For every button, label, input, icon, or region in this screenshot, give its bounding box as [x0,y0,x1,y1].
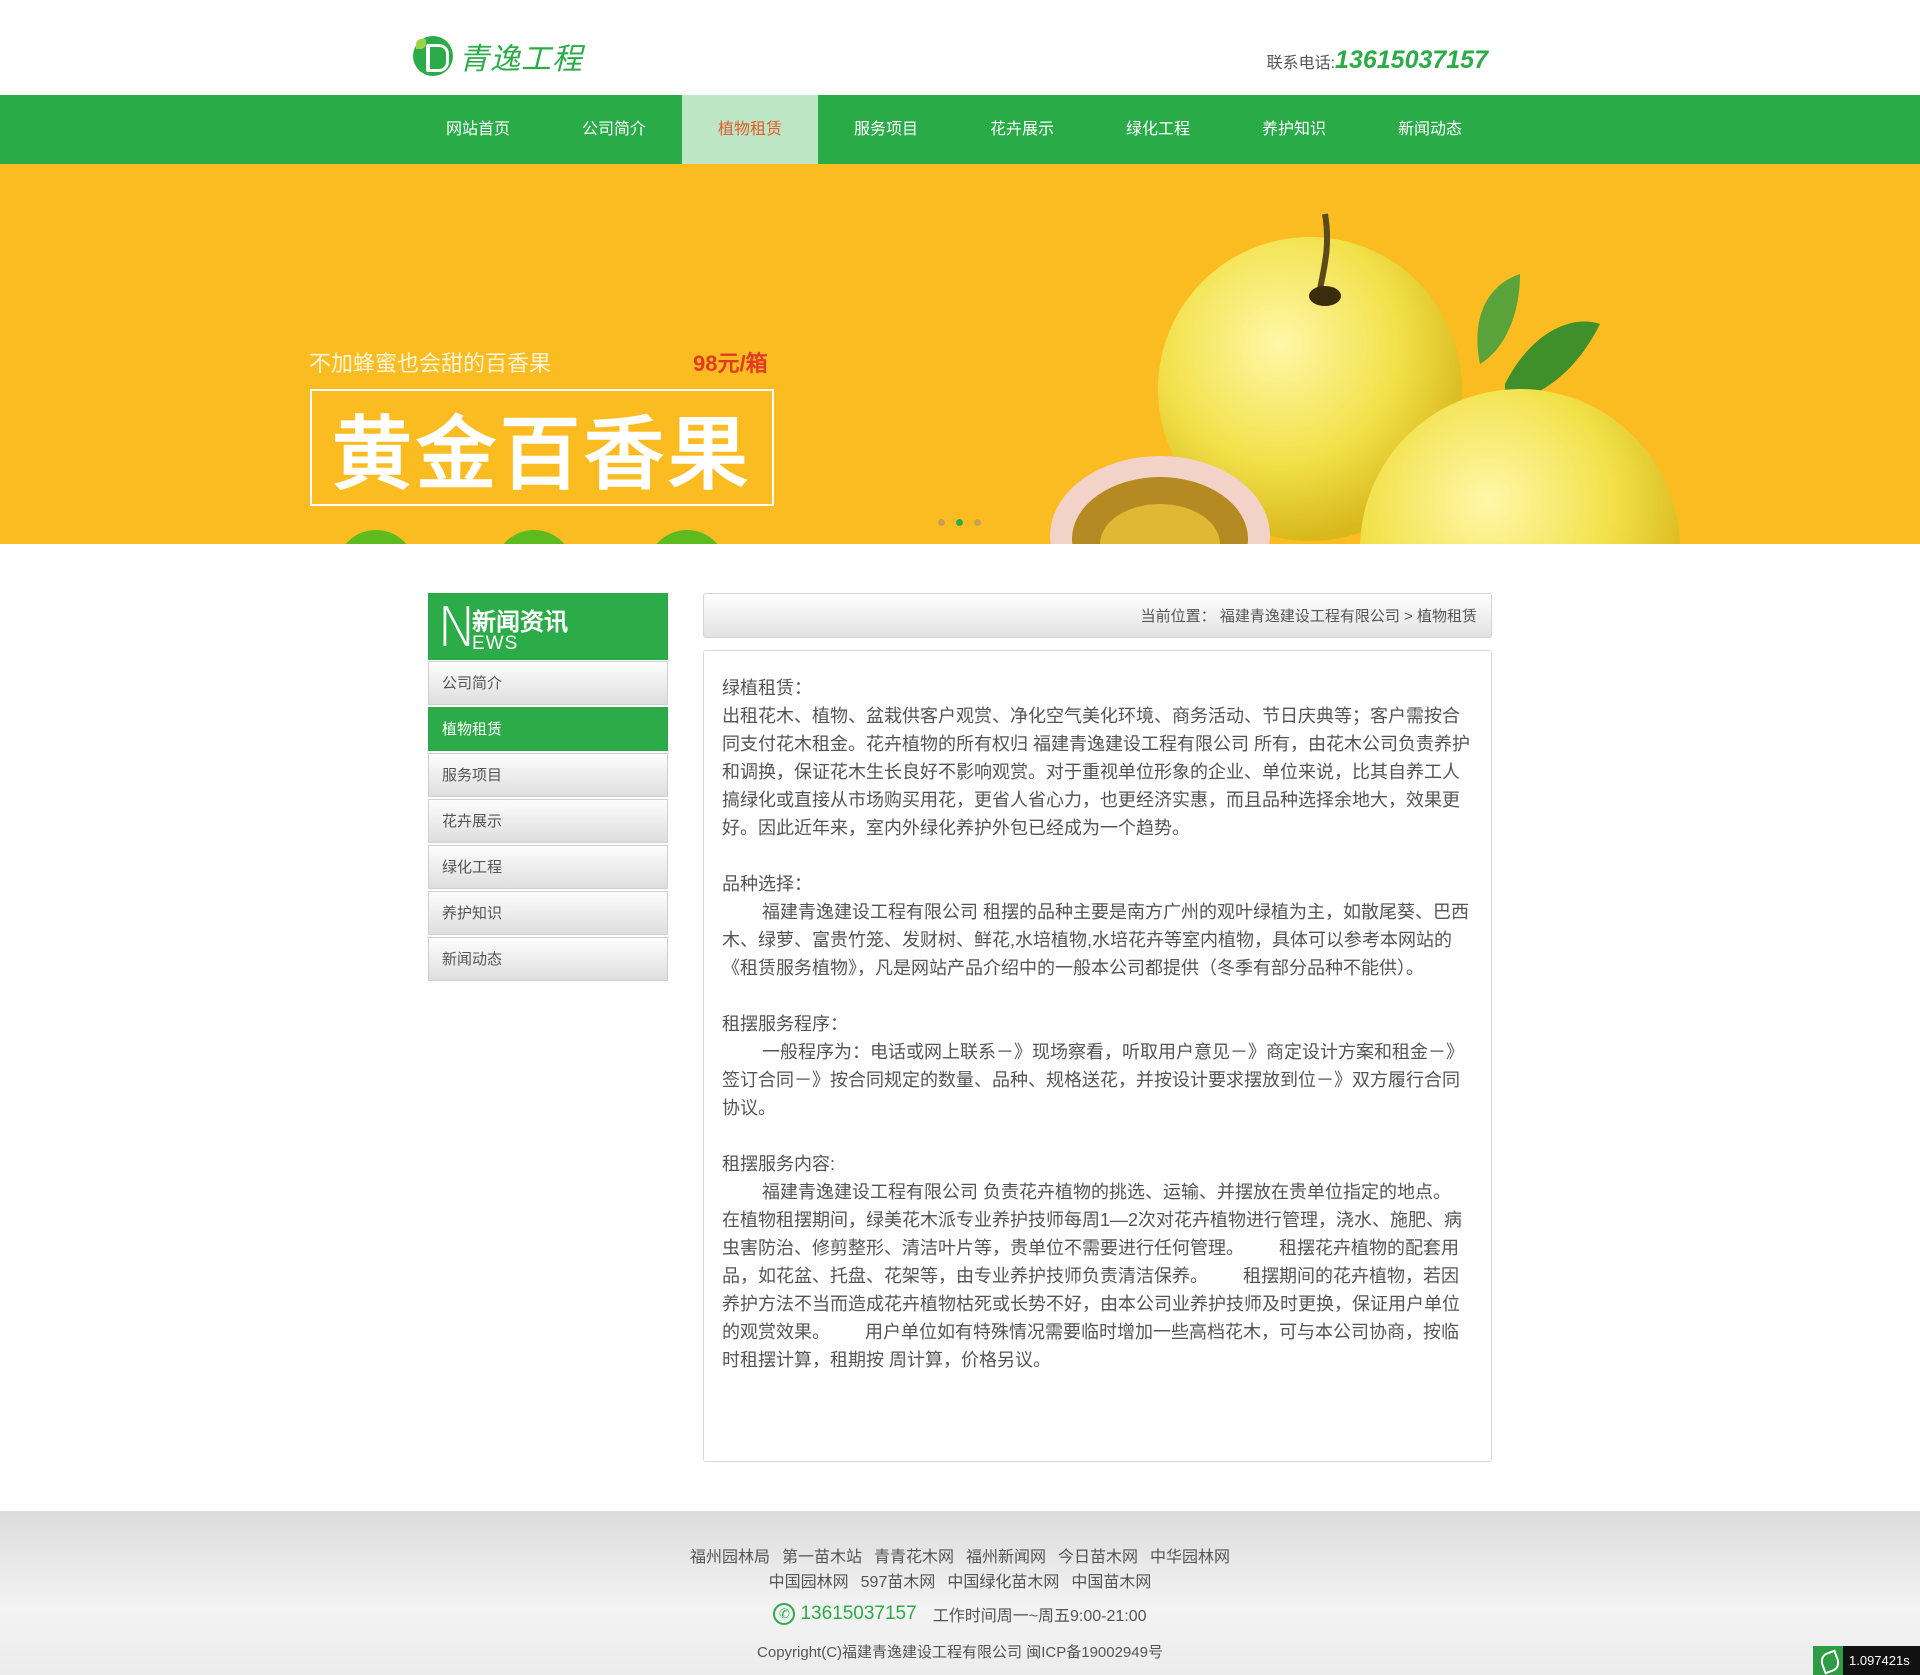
sidebar-menu: 公司简介 植物租赁 服务项目 花卉展示 绿化工程 养护知识 新闻动态 [428,661,668,983]
footer-links-row2: 中国园林网 597苗木网 中国绿化苗木网 中国苗木网 [0,1568,1920,1592]
footer-link[interactable]: 中国绿化苗木网 [947,1568,1059,1592]
article-content: 绿植租赁： 出租花木、植物、盆栽供客户观赏、净化空气美化环境、商务活动、节日庆典… [703,650,1492,1462]
footer-phone: 13615037157 [800,1603,917,1624]
hero-banner[interactable]: 不加蜂蜜也会甜的百香果 98元/箱 黄金百香果 [0,164,1920,544]
section-title: 租摆服务内容: [722,1154,836,1174]
footer-phone-row: ✆ 13615037157 工作时间周一~周五9:00-21:00 [0,1602,1920,1626]
sidebar-item-flowers[interactable]: 花卉展示 [428,799,668,843]
section-body: 福建青逸建设工程有限公司 租摆的品种主要是南方广州的观叶绿植为主，如散尾葵、巴西… [722,902,1469,978]
section-title: 品种选择： [722,874,812,894]
timer-icon [1813,1646,1843,1675]
footer-link[interactable]: 597苗木网 [861,1568,936,1592]
breadcrumb-label: 当前位置： [1140,608,1216,625]
footer-link[interactable]: 今日苗木网 [1058,1543,1138,1567]
slider-dot[interactable] [938,519,945,526]
nav-item-news[interactable]: 新闻动态 [1362,95,1498,164]
slider-dot-active[interactable] [956,519,963,526]
footer-link[interactable]: 第一苗木站 [782,1543,862,1567]
banner-headline: 黄金百香果 [332,409,752,499]
banner-subtitle: 不加蜂蜜也会甜的百香果 [309,351,552,376]
nav-item-care[interactable]: 养护知识 [1226,95,1362,164]
footer-links-row1: 福州园林局 第一苗木站 青青花木网 福州新闻网 今日苗木网 中华园林网 [0,1543,1920,1567]
footer-link[interactable]: 福州新闻网 [966,1543,1046,1567]
phone-icon: ✆ [773,1603,796,1625]
site-header: 青逸工程 联系电话: 13615037157 [0,0,1920,95]
timer-value: 1.097421s [1849,1653,1910,1668]
section-body-wrap: 一般程序为：电话或网上联系－》现场察看，听取用户意见－》商定设计方案和租金－》签… [722,1038,1473,1122]
page-timer: 1.097421s [1813,1646,1920,1675]
sidebar-item-news[interactable]: 新闻动态 [428,937,668,981]
contact-phone: 13615037157 [1335,46,1488,74]
contact-info: 联系电话: 13615037157 [1267,46,1488,75]
section-body: 一般程序为：电话或网上联系－》现场察看，听取用户意见－》商定设计方案和租金－》签… [722,1042,1464,1118]
sidebar-item-care[interactable]: 养护知识 [428,891,668,935]
nav-item-plant-rental[interactable]: 植物租赁 [682,95,818,164]
site-footer: 福州园林局 第一苗木站 青青花木网 福州新闻网 今日苗木网 中华园林网 中国园林… [0,1511,1920,1675]
banner-price: 98元/箱 [693,351,768,376]
sidebar-item-greening[interactable]: 绿化工程 [428,845,668,889]
section-body-wrap: 福建青逸建设工程有限公司 负责花卉植物的挑选、运输、并摆放在贵单位指定的地点。 … [722,1178,1473,1374]
sidebar-item-about[interactable]: 公司简介 [428,661,668,705]
footer-link[interactable]: 青青花木网 [874,1543,954,1567]
footer-link[interactable]: 福州园林局 [690,1543,770,1567]
sidebar-item-services[interactable]: 服务项目 [428,753,668,797]
contact-label: 联系电话: [1266,55,1336,72]
breadcrumb-separator: > [1404,608,1413,625]
sidebar-item-plant-rental[interactable]: 植物租赁 [428,707,668,751]
sidebar-heading-en: EWS [472,633,519,654]
slider-dots [938,519,981,526]
footer-copyright: Copyright(C)福建青逸建设工程有限公司 闽ICP备19002949号 [757,1644,1163,1661]
sidebar-heading-cn: 新闻资讯 [472,609,568,636]
section-title: 绿植租赁： [722,678,812,698]
breadcrumb-current-link[interactable]: 植物租赁 [1417,608,1477,625]
main-nav: 网站首页 公司简介 植物租赁 服务项目 花卉展示 绿化工程 养护知识 新闻动态 [0,95,1920,164]
footer-link[interactable]: 中国苗木网 [1071,1568,1151,1592]
slider-dot[interactable] [974,519,981,526]
footer-link[interactable]: 中华园林网 [1150,1543,1230,1567]
section-title: 租摆服务程序： [722,1014,848,1034]
sidebar-heading: N 新闻资讯 EWS [428,593,668,660]
banner-headline-box: 黄金百香果 [310,389,774,506]
logo-icon [413,36,453,76]
nav-item-flowers[interactable]: 花卉展示 [954,95,1090,164]
section-body: 出租花木、植物、盆栽供客户观赏、净化空气美化环境、商务活动、节日庆典等；客户需按… [722,706,1470,838]
passion-fruit-image [1050,213,1680,544]
breadcrumb: 当前位置： 福建青逸建设工程有限公司 > 植物租赁 [703,593,1492,638]
nav-item-home[interactable]: 网站首页 [410,95,546,164]
footer-hours: 工作时间周一~周五9:00-21:00 [932,1608,1147,1625]
nav-item-services[interactable]: 服务项目 [818,95,954,164]
logo-text: 青逸工程 [459,42,583,77]
nav-item-greening[interactable]: 绿化工程 [1090,95,1226,164]
section-body: 福建青逸建设工程有限公司 负责花卉植物的挑选、运输、并摆放在贵单位指定的地点。 … [722,1182,1463,1370]
site-logo[interactable]: 青逸工程 [413,34,583,78]
nav-item-about[interactable]: 公司简介 [546,95,682,164]
section-body-wrap: 福建青逸建设工程有限公司 租摆的品种主要是南方广州的观叶绿植为主，如散尾葵、巴西… [722,898,1473,982]
footer-link[interactable]: 中国园林网 [769,1568,849,1592]
breadcrumb-home-link[interactable]: 福建青逸建设工程有限公司 [1220,608,1400,625]
